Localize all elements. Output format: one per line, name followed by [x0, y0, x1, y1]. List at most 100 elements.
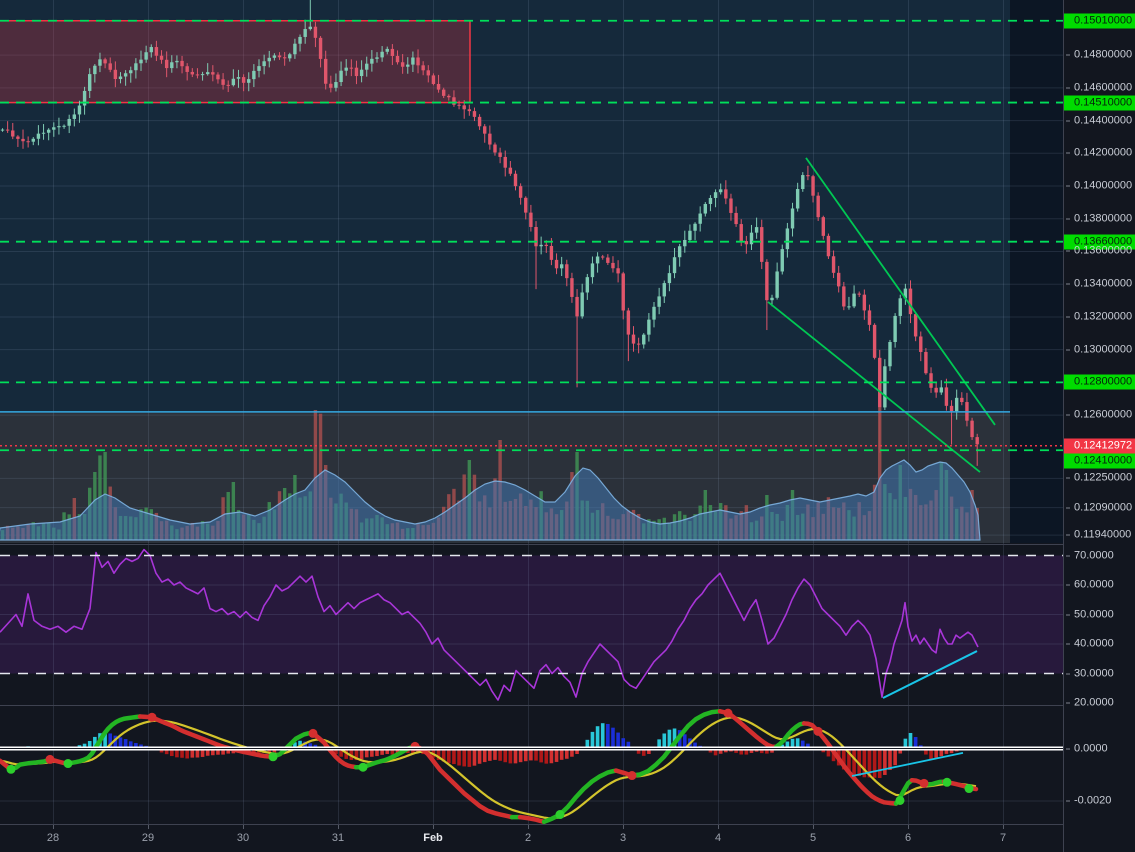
candle-body: [52, 127, 56, 130]
candle-body: [462, 105, 466, 110]
candle-body: [790, 208, 795, 229]
macd-histogram-bar: [493, 749, 497, 760]
price-tick-label: 0.14400000: [1064, 113, 1135, 128]
candle-body: [801, 175, 805, 190]
macd-histogram-bar: [498, 749, 502, 761]
macd-histogram-bar: [929, 749, 933, 760]
candle-body: [595, 256, 600, 264]
macd-histogram-bar: [595, 726, 600, 749]
macd-turn-dot: [813, 726, 823, 736]
macd-turn-dot: [358, 762, 368, 772]
macd-histogram-bar: [554, 749, 559, 762]
macd-histogram-bar: [529, 749, 533, 761]
candle-body: [77, 105, 82, 115]
future-area: [1010, 0, 1063, 543]
candle-body: [57, 126, 61, 128]
macd-histogram-bar: [559, 749, 564, 760]
candle-body: [318, 37, 323, 59]
macd-turn-dot: [919, 778, 929, 788]
price-tick-label: 0.13400000: [1064, 277, 1135, 292]
candle-body: [606, 257, 610, 263]
candle-body: [862, 294, 867, 311]
macd-histogram-bar: [852, 749, 856, 775]
candle-body: [626, 310, 631, 335]
candle-body: [975, 437, 979, 445]
candle-body: [924, 351, 928, 374]
macd-histogram-bar: [600, 723, 605, 749]
chart-canvas[interactable]: [0, 0, 1063, 852]
candle-body: [426, 70, 430, 76]
macd-tick-label: -0.0020: [1064, 794, 1135, 809]
candle-body: [724, 189, 728, 199]
candle-body: [180, 60, 184, 67]
price-tick-label: 0.14000000: [1064, 179, 1135, 194]
macd-histogram-bar: [472, 749, 477, 766]
time-tick-mark: [1003, 825, 1004, 829]
price-axis[interactable]: 0.15010000 0.14800000 0.14600000 0.14510000…: [1063, 0, 1135, 852]
candle-body: [190, 71, 195, 75]
candle-body: [46, 129, 51, 133]
candle-body: [282, 57, 287, 59]
macd-histogram-bar: [883, 749, 887, 775]
candle-body: [118, 76, 123, 80]
candle-body: [123, 73, 128, 77]
candle-body: [339, 70, 343, 83]
resistance-range-box: [0, 20, 471, 104]
candle-body: [636, 343, 641, 345]
candle-body: [559, 264, 564, 269]
macd-histogram-bar: [872, 749, 877, 778]
candle-body: [867, 310, 872, 325]
candle-body: [954, 397, 959, 412]
candle-body: [677, 246, 682, 258]
time-tick-label: 6: [904, 832, 912, 844]
price-tick-label: 0.11940000: [1064, 528, 1135, 543]
candle-body: [713, 192, 718, 198]
candle-body: [575, 296, 579, 317]
price-level-label: 0.15010000: [1064, 13, 1135, 29]
candle-body: [775, 271, 779, 298]
candle-body: [5, 129, 10, 131]
rsi-tick-label: 20.0000: [1064, 696, 1135, 711]
macd-histogram-bar: [359, 749, 364, 760]
candle-body: [570, 278, 574, 297]
candle-body: [400, 62, 405, 67]
candle-body: [221, 79, 225, 85]
macd-histogram-bar: [534, 749, 538, 761]
candle-body: [580, 292, 584, 317]
candle-body: [616, 268, 620, 274]
time-axis[interactable]: 28 29 30 31 Feb 2 3 4 5 6 7: [0, 825, 1063, 852]
macd-turn-dot: [6, 764, 16, 774]
candle-body: [211, 72, 215, 75]
candle-body: [452, 97, 456, 105]
macd-histogram-bar: [888, 749, 892, 771]
candle-body: [565, 264, 569, 279]
candle-body: [831, 256, 836, 273]
candle-body: [149, 47, 153, 53]
candle-body: [893, 315, 897, 343]
candle-body: [534, 226, 538, 247]
macd-histogram-bar: [549, 749, 554, 764]
trading-chart-window: 0.15010000 0.14800000 0.14600000 0.14510000…: [0, 0, 1135, 852]
time-tick-mark: [433, 825, 434, 829]
candle-body: [195, 74, 200, 76]
candle-body: [662, 283, 666, 297]
price-tick-label: 0.13000000: [1064, 342, 1135, 357]
candle-body: [503, 156, 507, 168]
time-tick-label: 2: [524, 832, 532, 844]
candle-body: [883, 366, 887, 408]
candle-body: [734, 212, 738, 225]
candle-body: [647, 319, 651, 335]
candle-body: [26, 141, 30, 143]
rsi-tick-label: 50.0000: [1064, 607, 1135, 622]
candle-body: [457, 104, 461, 106]
candle-body: [929, 373, 933, 388]
macd-histogram-bar: [523, 749, 528, 762]
candle-body: [11, 130, 15, 137]
candle-body: [554, 259, 559, 269]
candle-body: [857, 293, 861, 295]
candle-body: [329, 83, 333, 88]
macd-impulse-line: [925, 779, 947, 787]
macd-histogram-bar: [467, 749, 472, 767]
candle-body: [970, 420, 974, 438]
time-tick-label: 7: [999, 832, 1007, 844]
